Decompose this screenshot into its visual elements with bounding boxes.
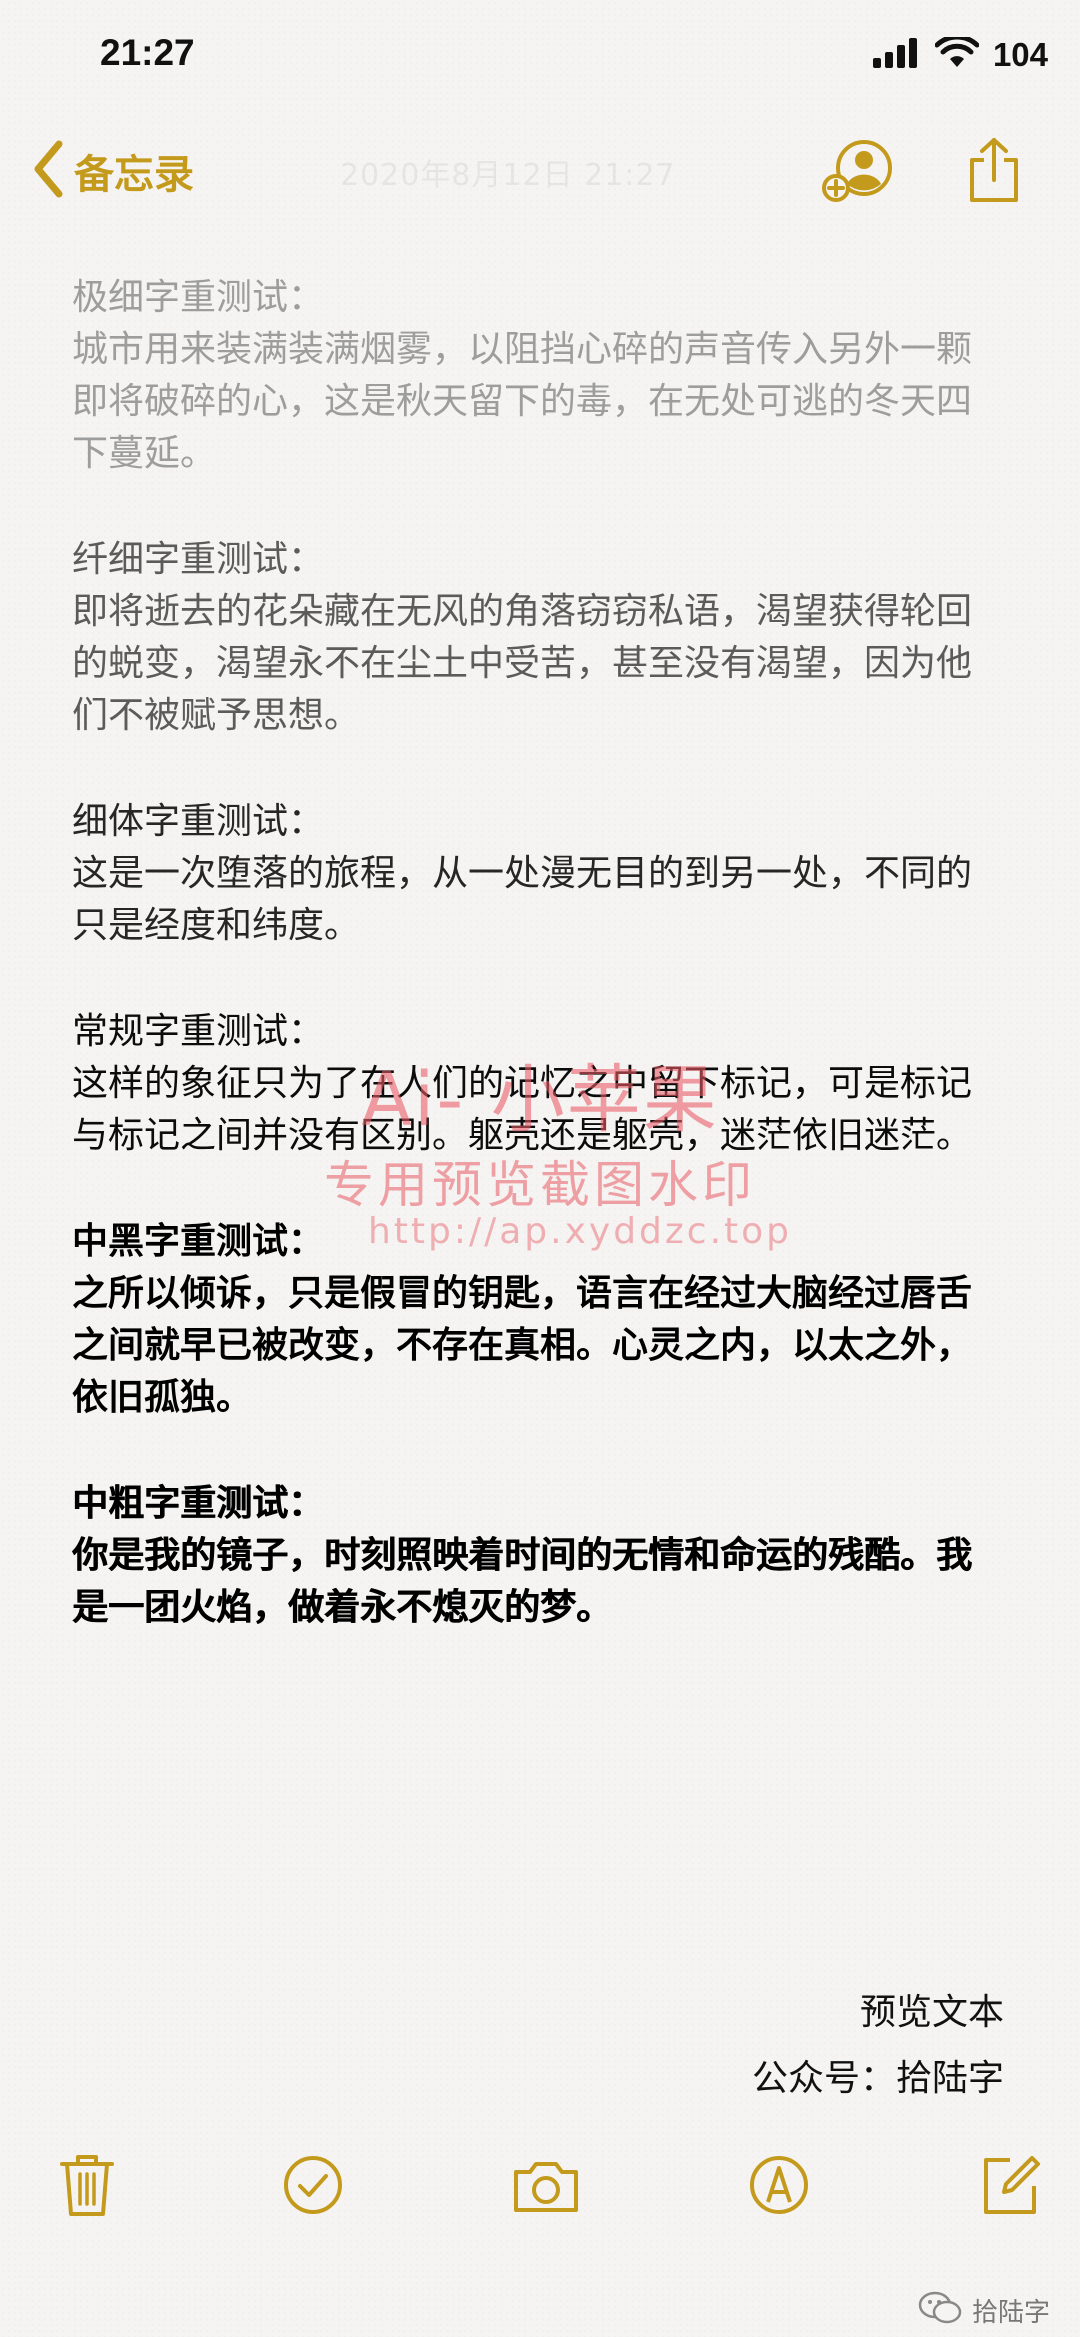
navigation-bar: 备忘录 2020年8月12日 21:27 <box>0 130 1080 240</box>
compose-icon <box>976 2156 1046 2224</box>
compose-button[interactable] <box>976 2150 1046 2220</box>
note-section-light: 细体字重测试： 这是一次堕落的旅程，从一处漫无目的到另一处，不同的只是经度和纬度… <box>72 796 1002 952</box>
corner-watermark: 拾陆字 <box>918 2290 1050 2330</box>
wifi-icon <box>934 34 980 73</box>
section-body: 之所以倾诉，只是假冒的钥匙，语言在经过大脑经过唇舌之间就早已被改变，不存在真相。… <box>72 1273 973 1418</box>
section-body: 城市用来装满装满烟雾，以阻挡心碎的声音传入另外一颗即将破碎的心，这是秋天留下的毒… <box>72 329 973 474</box>
share-button[interactable] <box>966 136 1022 208</box>
section-title: 细体字重测试： <box>72 801 325 842</box>
note-section-regular: 常规字重测试： 这样的象征只为了在人们的记忆之中留下标记，可是标记与标记之间并没… <box>72 1006 1002 1162</box>
camera-icon <box>510 2162 582 2224</box>
section-body: 你是我的镜子，时刻照映着时间的无情和命运的残酷。我是一团火焰，做着永不熄灭的梦。 <box>72 1535 973 1628</box>
wechat-icon <box>918 2290 962 2330</box>
checklist-button[interactable] <box>278 2150 348 2220</box>
back-button[interactable]: 备忘录 <box>32 140 194 202</box>
note-section-thin: 纤细字重测试： 即将逝去的花朵藏在无风的角落窃窃私语，渴望获得轮回的蜕变，渴望永… <box>72 534 1002 742</box>
camera-button[interactable] <box>510 2150 580 2220</box>
note-section-ultralight: 极细字重测试： 城市用来装满装满烟雾，以阻挡心碎的声音传入另外一颗即将破碎的心，… <box>72 272 1002 480</box>
checkmark-circle-icon <box>278 2156 348 2224</box>
corner-mark-text: 拾陆字 <box>971 2297 1050 2328</box>
note-section-medium: 中黑字重测试： 之所以倾诉，只是假冒的钥匙，语言在经过大脑经过唇舌之间就早已被改… <box>72 1216 1002 1424</box>
signal-icon <box>872 38 921 72</box>
status-indicators: 104 <box>872 34 1048 74</box>
section-title: 中黑字重测试： <box>72 1221 325 1262</box>
section-body: 即将逝去的花朵藏在无风的角落窃窃私语，渴望获得轮回的蜕变，渴望永不在尘土中受苦，… <box>72 591 973 736</box>
section-title: 中粗字重测试： <box>72 1483 325 1524</box>
signature-line: 预览文本 <box>859 1992 1004 2033</box>
note-body[interactable]: 极细字重测试： 城市用来装满装满烟雾，以阻挡心碎的声音传入另外一颗即将破碎的心，… <box>72 272 1002 1688</box>
markup-button[interactable] <box>744 2150 814 2220</box>
section-title: 常规字重测试： <box>72 1011 325 1052</box>
section-title: 极细字重测试： <box>72 277 325 318</box>
person-add-icon <box>822 140 898 208</box>
note-section-semibold: 中粗字重测试： 你是我的镜子，时刻照映着时间的无情和命运的残酷。我是一团火焰，做… <box>72 1478 1002 1634</box>
signature-line: 公众号：拾陆字 <box>751 2058 1004 2099</box>
section-body: 这是一次堕落的旅程，从一处漫无目的到另一处，不同的只是经度和纬度。 <box>72 853 973 946</box>
pen-circle-icon <box>744 2156 814 2224</box>
back-label: 备忘录 <box>74 152 194 198</box>
status-bar: 21:27 104 <box>0 0 1080 120</box>
chevron-left-icon <box>32 140 64 202</box>
add-people-button[interactable] <box>822 138 898 208</box>
battery-level: 104 <box>992 36 1048 73</box>
share-icon <box>966 138 1022 208</box>
section-title: 纤细字重测试： <box>72 539 325 580</box>
bottom-toolbar <box>0 2150 1080 2230</box>
status-time: 21:27 <box>100 32 195 73</box>
note-signature: 预览文本 公众号：拾陆字 <box>752 1980 1004 2112</box>
section-body: 这样的象征只为了在人们的记忆之中留下标记，可是标记与标记之间并没有区别。躯壳还是… <box>72 1063 973 1156</box>
trash-icon <box>52 2155 122 2224</box>
delete-button[interactable] <box>52 2150 122 2220</box>
note-date: 2020年8月12日 21:27 <box>340 158 676 193</box>
